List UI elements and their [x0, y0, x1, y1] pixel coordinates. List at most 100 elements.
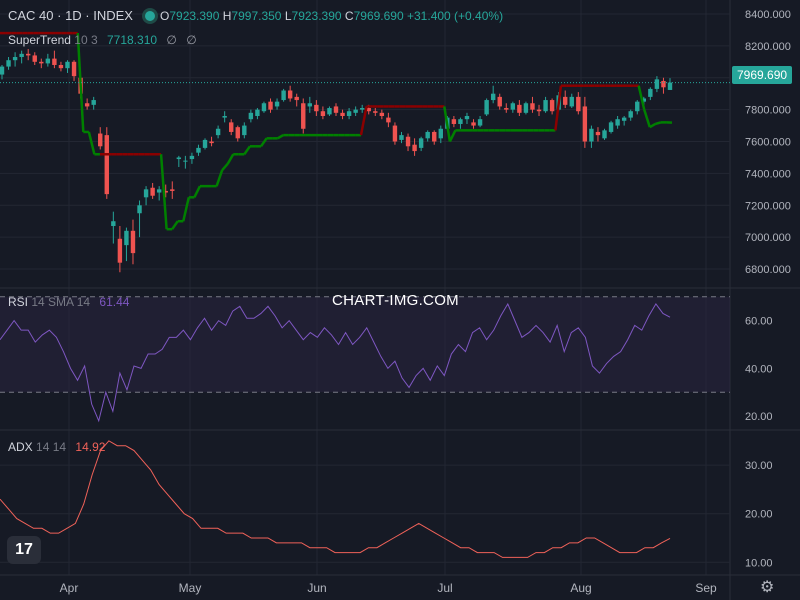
supertrend-params: 10 3	[74, 33, 98, 47]
symbol-title[interactable]: CAC 40 · 1D · INDEX	[8, 8, 169, 23]
supertrend-line	[215, 169, 224, 187]
candle-body	[32, 55, 37, 62]
candle-body	[242, 125, 247, 136]
price-tick-label: 7400.000	[745, 168, 791, 180]
adx-legend[interactable]: ADX 14 14 14.92	[8, 440, 105, 454]
candle-body	[346, 111, 352, 117]
x-tick-label: Sep	[695, 581, 717, 595]
candle-body	[412, 144, 417, 152]
candle-body	[373, 111, 378, 113]
candle-body	[582, 106, 588, 142]
candle-body	[615, 119, 620, 126]
rsi-legend[interactable]: RSI 14 SMA 14 61.44	[8, 295, 129, 309]
candle-body	[19, 53, 24, 58]
open-value: 7923.390	[169, 9, 220, 23]
candle-body	[549, 100, 555, 112]
price-tick-label: 6800.000	[745, 264, 791, 276]
candle-body	[6, 60, 11, 67]
candle-body	[124, 230, 129, 246]
candle-body	[589, 128, 594, 142]
candle-body	[274, 101, 280, 107]
candle-body	[52, 58, 57, 65]
adx-name: ADX	[8, 440, 33, 454]
candle-body	[576, 96, 581, 112]
candle-body	[386, 117, 391, 123]
price-tick-label: 7200.000	[745, 200, 791, 212]
price-tick-label: 8200.000	[745, 41, 791, 53]
candle-body	[235, 127, 240, 139]
candle-body	[451, 119, 457, 124]
candle-body	[595, 131, 601, 136]
candle-body	[523, 103, 529, 113]
supertrend-name: SuperTrend	[8, 33, 71, 47]
candle-body	[229, 122, 234, 132]
candle-body	[202, 139, 208, 148]
candle-body	[654, 79, 660, 89]
candle-body	[222, 116, 227, 118]
rsi-tick-label: 60.00	[745, 316, 773, 328]
candle-body	[104, 135, 109, 195]
adx-tick-label: 20.00	[745, 509, 773, 521]
candle-body	[530, 103, 535, 110]
candle-body	[183, 160, 188, 162]
candle-body	[307, 103, 313, 107]
candle-body	[294, 96, 299, 101]
adx-value: 14.92	[75, 440, 106, 454]
candle-body	[333, 106, 339, 113]
change-value: +31.400 (+0.40%)	[407, 9, 504, 23]
candle-body	[608, 122, 614, 132]
supertrend-line	[448, 129, 457, 143]
candle-body	[405, 136, 411, 147]
supertrend-line	[193, 185, 202, 198]
supertrend-value: 7718.310	[106, 33, 158, 47]
candle-body	[635, 101, 640, 112]
supertrend-line	[259, 137, 268, 148]
supertrend-legend[interactable]: SuperTrend 10 3 7718.310 ∅ ∅	[8, 33, 197, 47]
low-value: 7923.390	[291, 9, 342, 23]
adx-tick-label: 10.00	[745, 557, 773, 569]
price-tick-label: 7600.000	[745, 137, 791, 149]
supertrend-line	[649, 122, 656, 129]
ohlc-legend: O7923.390 H7997.350 L7923.390 C7969.690 …	[160, 9, 503, 23]
candle-body	[602, 130, 607, 139]
candle-body	[117, 238, 123, 263]
rsi-tick-label: 20.00	[745, 411, 773, 423]
candle-body	[418, 138, 424, 148]
rsi-band-fill	[0, 296, 730, 393]
supertrend-line	[171, 220, 179, 230]
tradingview-logo-icon[interactable]: 17	[7, 536, 41, 564]
candle-body	[137, 205, 142, 214]
candle-body	[281, 90, 286, 101]
x-tick-label: Apr	[60, 581, 79, 595]
candle-body	[287, 90, 293, 99]
adx-params: 14 14	[36, 440, 67, 454]
candle-body	[248, 112, 254, 120]
candle-body	[458, 119, 463, 124]
supertrend-line	[226, 153, 235, 165]
candle-body	[189, 155, 195, 160]
supertrend-line	[643, 109, 651, 128]
candle-body	[0, 66, 5, 75]
candle-body	[504, 108, 509, 110]
candle-body	[359, 108, 365, 110]
candle-body	[156, 189, 162, 193]
candle-body	[569, 96, 574, 107]
rsi-value: 61.44	[99, 295, 130, 309]
candle-body	[517, 104, 522, 113]
candle-body	[340, 112, 345, 117]
candle-body	[196, 147, 201, 153]
candle-body	[543, 100, 548, 112]
candle-body	[392, 125, 398, 142]
close-value: 7969.690	[353, 9, 404, 23]
candle-body	[301, 103, 306, 129]
candle-body	[628, 111, 633, 118]
candle-body	[432, 131, 437, 142]
candle-body	[143, 189, 149, 198]
candle-body	[91, 100, 96, 105]
gear-icon[interactable]: ⚙	[760, 577, 774, 597]
candle-body	[399, 135, 404, 140]
candle-body	[130, 230, 136, 254]
supertrend-line	[277, 134, 284, 140]
candle-body	[255, 109, 260, 117]
high-value: 7997.350	[231, 9, 282, 23]
